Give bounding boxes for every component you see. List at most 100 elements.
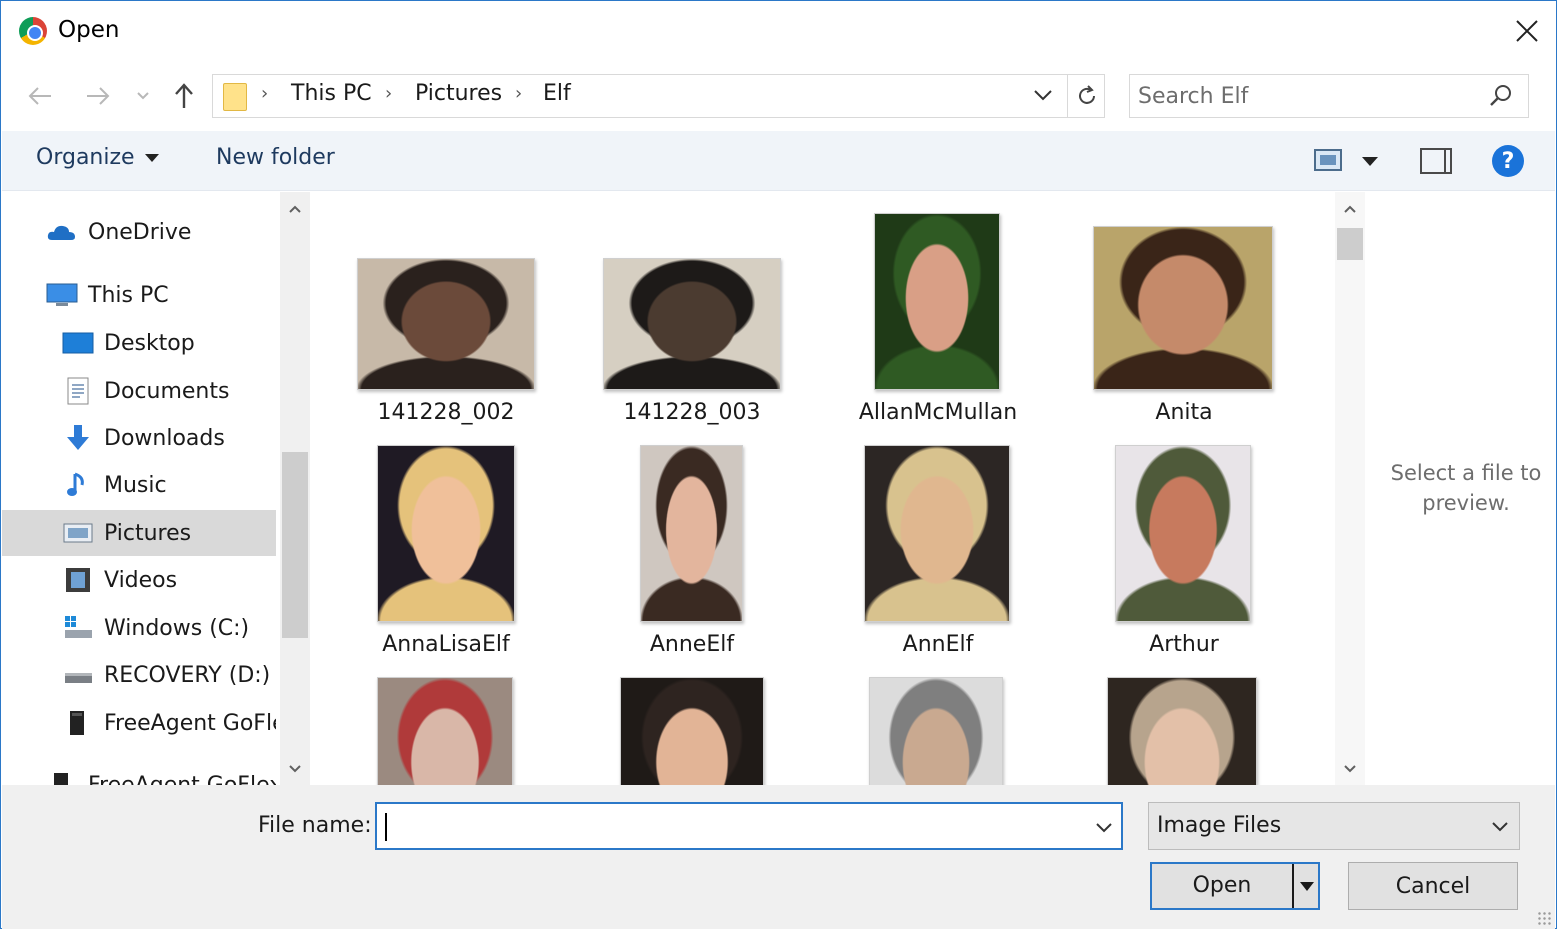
title-bar: Open — [1, 1, 1556, 63]
scroll-down-icon[interactable] — [1335, 754, 1365, 784]
pictures-icon — [62, 519, 94, 547]
dialog-footer: File name: Image Files Open Cancel — [2, 785, 1555, 929]
forward-button[interactable] — [81, 79, 115, 113]
chrome-icon — [19, 17, 47, 45]
split-divider — [1292, 864, 1294, 908]
organize-button[interactable]: Organize — [36, 145, 159, 170]
downloads-icon — [62, 424, 94, 452]
chevron-down-icon — [1034, 90, 1052, 101]
file-thumbnail — [864, 445, 1010, 622]
file-name: AllanMcMullan — [858, 400, 1018, 425]
view-dropdown-icon[interactable] — [1362, 157, 1378, 166]
nav-item-desktop[interactable]: Desktop — [2, 320, 276, 366]
nav-label: This PC — [88, 282, 169, 308]
preview-pane: Select a file to preview. — [1367, 192, 1555, 785]
view-options-icon[interactable] — [1314, 149, 1342, 171]
refresh-button[interactable] — [1067, 75, 1105, 117]
scroll-thumb[interactable] — [282, 452, 308, 638]
open-options-icon[interactable] — [1300, 882, 1314, 891]
file-list: 141228_002 141228_003 AllanMcMullan Anit… — [315, 192, 1335, 785]
new-folder-button[interactable]: New folder — [216, 145, 335, 170]
back-button[interactable] — [23, 79, 57, 113]
content-scrollbar[interactable] — [1335, 192, 1365, 785]
scroll-up-icon[interactable] — [1335, 194, 1365, 224]
breadcrumb-elf[interactable]: Elf — [543, 81, 571, 106]
nav-label: Videos — [104, 567, 178, 593]
nav-label: Downloads — [104, 425, 225, 451]
search-icon[interactable] — [1488, 83, 1514, 109]
file-name: Arthur — [1149, 632, 1219, 657]
resize-grip-icon[interactable] — [1537, 911, 1551, 925]
computer-icon — [46, 281, 78, 309]
scroll-up-icon[interactable] — [280, 194, 310, 224]
nav-item-this-pc[interactable]: This PC — [2, 272, 276, 318]
nav-item-pictures[interactable]: Pictures — [2, 510, 276, 556]
file-name: 141228_002 — [377, 400, 515, 425]
nav-label: Pictures — [104, 520, 192, 546]
dialog-title: Open — [58, 17, 120, 43]
breadcrumb-separator: › — [515, 83, 523, 104]
breadcrumb-this-pc[interactable]: This PC — [291, 81, 372, 106]
help-icon[interactable]: ? — [1492, 145, 1524, 177]
nav-item-videos[interactable]: Videos — [2, 557, 276, 603]
desktop-icon — [62, 329, 94, 357]
address-history-button[interactable] — [1033, 83, 1053, 108]
nav-label: FreeAgent GoFlex — [88, 772, 276, 786]
breadcrumb-pictures[interactable]: Pictures — [415, 81, 502, 106]
up-arrow-icon — [175, 83, 193, 108]
file-thumbnail — [640, 445, 743, 622]
file-thumbnail — [357, 258, 535, 390]
file-type-value: Image Files — [1157, 813, 1282, 838]
file-name-label: File name: — [258, 813, 372, 838]
drive-d-icon — [62, 661, 94, 689]
file-thumbnail — [1107, 677, 1257, 785]
nav-scrollbar[interactable] — [280, 192, 310, 785]
folder-icon — [223, 83, 247, 111]
file-type-select[interactable]: Image Files — [1148, 802, 1520, 850]
open-button[interactable]: Open — [1150, 862, 1320, 910]
file-name: 141228_003 — [623, 400, 761, 425]
file-thumbnail — [1115, 445, 1251, 622]
search-box[interactable] — [1129, 74, 1529, 118]
search-input[interactable] — [1138, 81, 1478, 111]
nav-item-downloads[interactable]: Downloads — [2, 415, 276, 461]
file-thumbnail — [377, 677, 513, 785]
chevron-down-icon — [1491, 813, 1509, 837]
preview-pane-icon[interactable] — [1420, 148, 1452, 174]
breadcrumb-separator: › — [261, 83, 269, 104]
open-button-label: Open — [1192, 873, 1252, 898]
nav-item-music[interactable]: Music — [2, 462, 276, 508]
close-icon — [1516, 20, 1538, 42]
file-name: Anita — [1155, 400, 1213, 425]
nav-label: Desktop — [104, 330, 195, 356]
videos-icon — [62, 566, 94, 594]
recent-locations-button[interactable] — [129, 79, 157, 113]
address-bar[interactable]: › This PC › Pictures › Elf — [212, 74, 1105, 118]
chevron-down-icon — [1096, 823, 1112, 833]
breadcrumb-separator: › — [385, 83, 393, 104]
nav-item-documents[interactable]: Documents — [2, 368, 276, 414]
onedrive-icon — [46, 218, 78, 246]
nav-item-windows-c[interactable]: Windows (C:) — [2, 605, 276, 651]
file-thumbnail — [869, 677, 1003, 785]
nav-item-freeagent-1[interactable]: FreeAgent GoFle — [2, 700, 276, 746]
nav-label: FreeAgent GoFle — [104, 710, 276, 736]
nav-item-freeagent-2[interactable]: FreeAgent GoFlex — [2, 762, 276, 785]
file-thumbnail — [1093, 226, 1273, 390]
forward-arrow-icon — [87, 87, 110, 105]
nav-item-recovery-d[interactable]: RECOVERY (D:) — [2, 652, 276, 698]
open-file-dialog: Open › This PC › Pictures › Elf Search E… — [0, 0, 1557, 929]
scroll-down-icon[interactable] — [280, 754, 310, 784]
nav-label: OneDrive — [88, 219, 192, 245]
up-button[interactable] — [167, 79, 201, 113]
file-name-field[interactable] — [375, 802, 1123, 850]
file-name-history-button[interactable] — [1095, 814, 1113, 838]
scroll-thumb[interactable] — [1337, 228, 1363, 260]
file-name-input[interactable] — [383, 810, 1083, 842]
file-name: AnneElf — [649, 632, 735, 657]
cancel-button[interactable]: Cancel — [1348, 862, 1518, 910]
close-button[interactable] — [1504, 9, 1550, 53]
nav-item-onedrive[interactable]: OneDrive — [2, 209, 276, 255]
refresh-icon — [1078, 85, 1095, 104]
organize-label: Organize — [36, 145, 135, 170]
